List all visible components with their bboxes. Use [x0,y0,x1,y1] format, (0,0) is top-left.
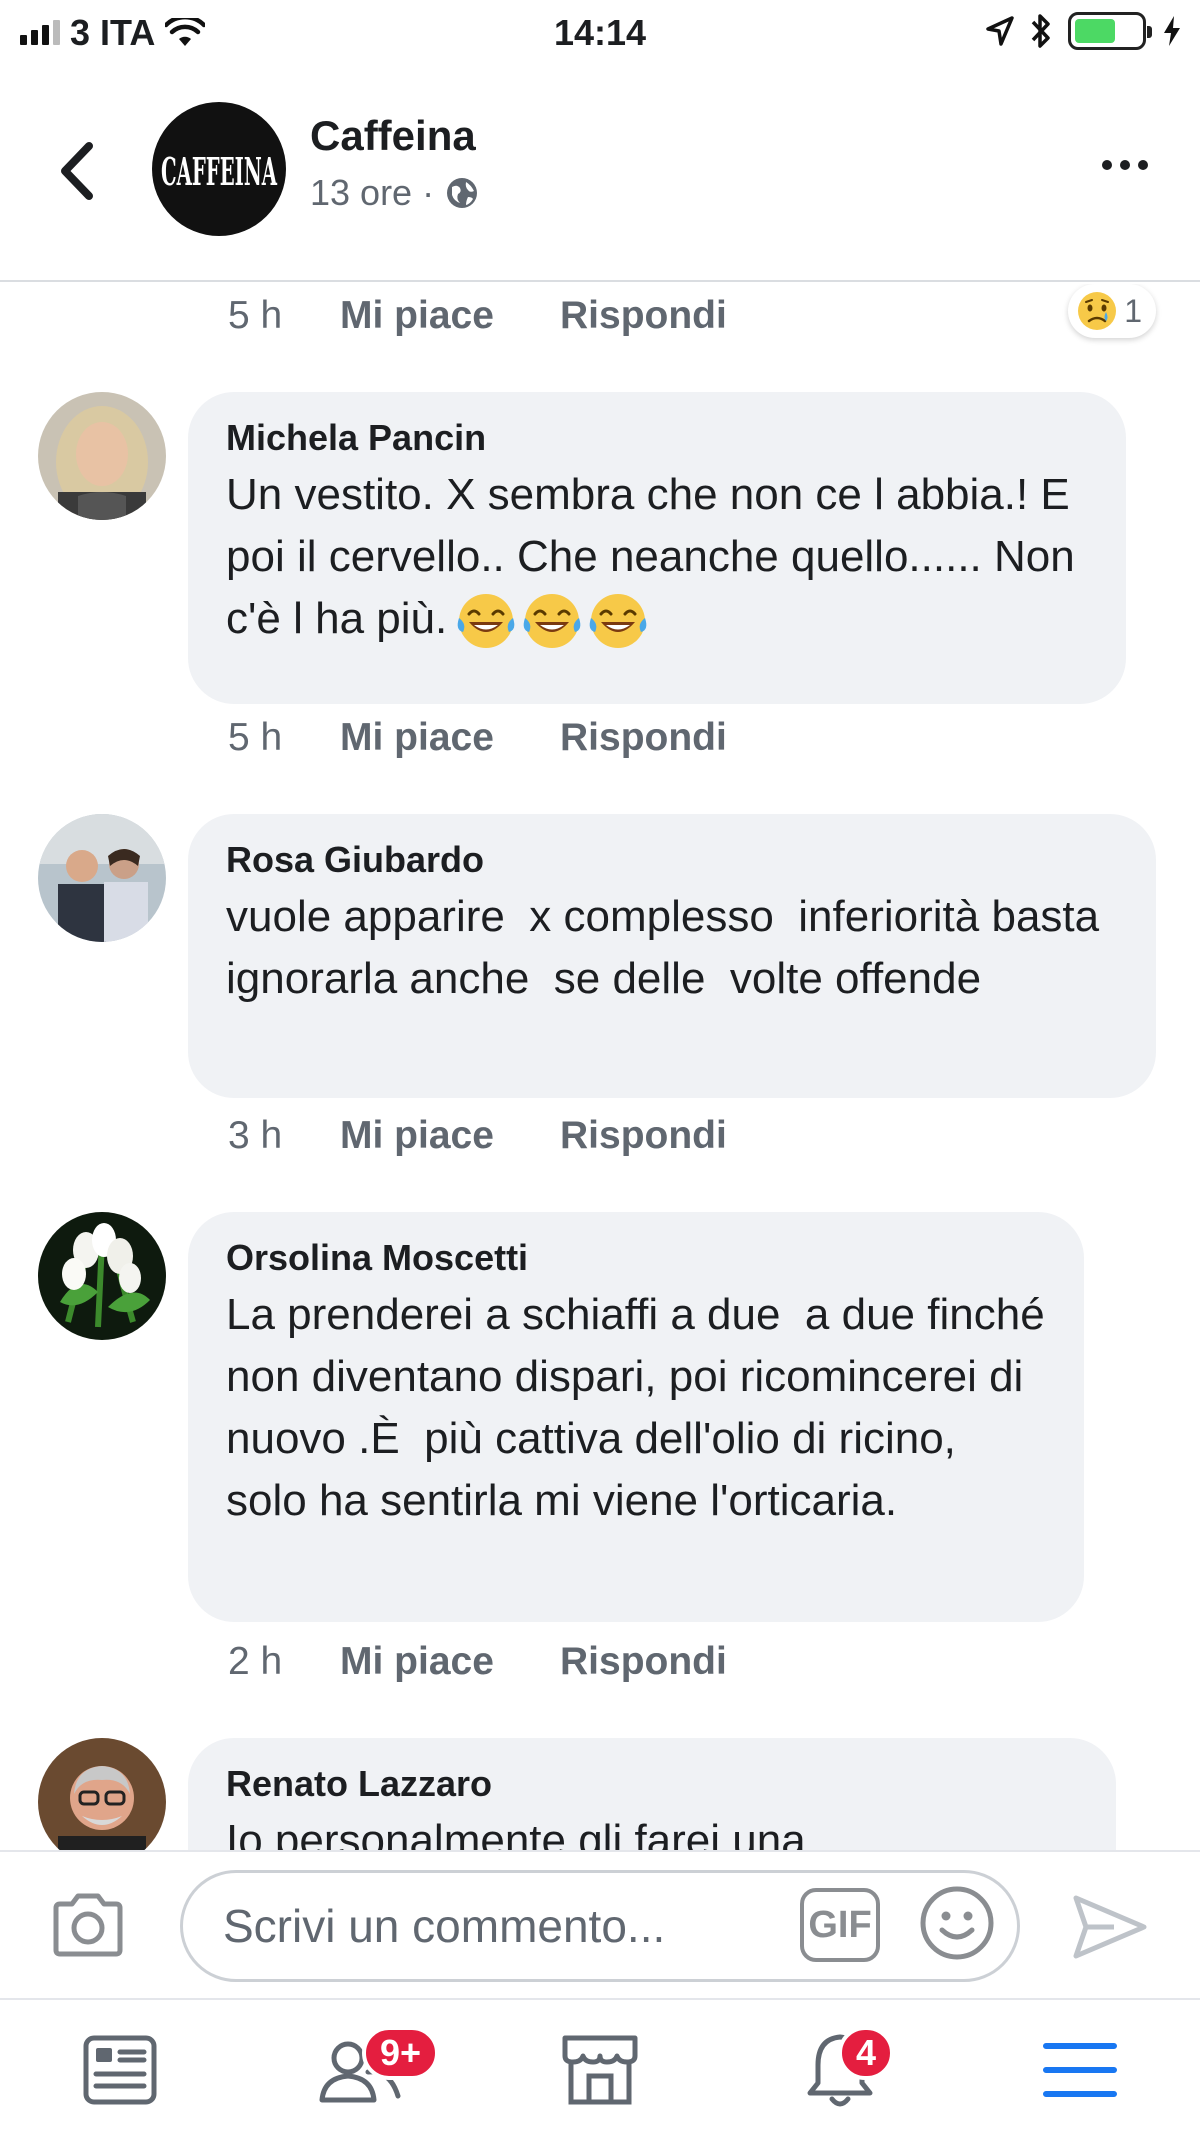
reaction-count: 1 [1124,292,1142,329]
charging-bolt-icon [1164,16,1180,46]
sad-face-icon [1078,292,1117,330]
comment-author[interactable]: Orsolina Moscetti [226,1236,1046,1280]
avatar[interactable] [38,1738,166,1850]
hamburger-menu-icon [1043,2043,1117,2097]
more-dot [1138,160,1148,170]
comment-time: 5 h [228,716,283,759]
avatar[interactable] [38,392,166,520]
gif-button[interactable]: GIF [800,1888,880,1962]
more-dot [1102,160,1112,170]
reply-button[interactable]: Rispondi [560,1114,727,1158]
notifications-badge: 4 [838,2026,895,2080]
comment-composer: Scrivi un commento... GIF [0,1850,1200,1998]
avatar-photo [38,1738,166,1850]
comment-text: Un vestito. X sembra che non ce l abbia.… [226,464,1088,652]
comment-body: Un vestito. X sembra che non ce l abbia.… [226,470,1075,643]
comments-list: 5 h Mi piace Rispondi 1 Michela Pancin U… [0,284,1200,1850]
post-age: 13 ore [310,172,413,213]
screen: 3 ITA 14:14 CAFFEINA Caffeina 13 ore · 5… [0,0,1200,2137]
more-options-button[interactable] [1102,160,1148,170]
avatar[interactable] [38,1212,166,1340]
globe-icon [447,178,478,208]
comment-bubble: Michela Pancin Un vestito. X sembra che … [188,392,1126,704]
page-name[interactable]: Caffeina [310,112,476,160]
comment-time: 5 h [228,294,283,337]
page-avatar[interactable]: CAFFEINA [152,102,286,236]
friends-badge: 9+ [362,2026,440,2080]
comment-actions: 3 h Mi piace Rispondi [228,1114,727,1158]
post-header: CAFFEINA Caffeina 13 ore · [0,66,1200,282]
reply-button[interactable]: Rispondi [560,1640,727,1684]
avatar[interactable] [38,814,166,942]
comment-author[interactable]: Renato Lazzaro [226,1762,1078,1806]
comment-bubble: Orsolina Moscetti La prenderei a schiaff… [188,1212,1084,1622]
reaction-summary[interactable]: 1 [1068,284,1156,338]
comment-time: 3 h [228,1114,283,1157]
comment-bubble: Renato Lazzaro Io personalmente gli fare… [188,1738,1116,1850]
comment-input[interactable]: Scrivi un commento... [180,1870,1020,1982]
avatar-photo [38,392,166,520]
laughing-tears-icon [523,594,581,649]
like-button[interactable]: Mi piace [340,1640,560,1684]
avatar-photo [38,814,166,942]
laughing-tears-icon [589,594,647,649]
nav-news-feed[interactable] [70,2020,170,2120]
location-arrow-icon [986,16,1014,46]
post-meta: 13 ore · [310,172,480,214]
laughing-tears-icon [457,594,515,649]
status-right [986,12,1182,50]
camera-icon[interactable] [50,1892,126,1958]
nav-notifications[interactable]: 4 [790,2020,895,2120]
emoji-picker-icon[interactable] [918,1884,996,1962]
comment-text: vuole apparire x complesso inferiorità b… [226,892,1124,1003]
nav-menu[interactable] [1030,2020,1130,2120]
reply-button[interactable]: Rispondi [560,294,727,338]
comment-text: La prenderei a schiaffi a due a due finc… [226,1290,1057,1525]
avatar-photo [38,1212,166,1340]
more-dot [1120,160,1130,170]
comment-text: Io personalmente gli farei una [226,1816,806,1850]
chevron-left-icon [61,142,93,200]
nav-marketplace[interactable] [550,2020,650,2120]
comment-time: 2 h [228,1640,283,1683]
like-button[interactable]: Mi piace [340,294,560,338]
comment-actions: 2 h Mi piace Rispondi [228,1640,727,1684]
svg-text:CAFFEINA: CAFFEINA [161,149,277,194]
status-bar: 3 ITA 14:14 [0,0,1200,66]
bottom-navigation: 9+ 4 [0,1998,1200,2137]
like-button[interactable]: Mi piace [340,716,560,760]
send-icon[interactable] [1070,1892,1150,1962]
meta-separator: · [422,172,435,213]
emoji-group [455,590,649,652]
comment-bubble: Rosa Giubardo vuole apparire x complesso… [188,814,1156,1098]
nav-friends[interactable]: 9+ [310,2020,440,2120]
like-button[interactable]: Mi piace [340,1114,560,1158]
comment-actions: 5 h Mi piace Rispondi [228,294,727,338]
news-feed-icon [83,2035,157,2105]
marketplace-icon [562,2035,638,2105]
comment-actions: 5 h Mi piace Rispondi [228,716,727,760]
reply-button[interactable]: Rispondi [560,716,727,760]
caffeina-logo: CAFFEINA [161,149,277,194]
comment-author[interactable]: Michela Pancin [226,416,1088,460]
back-button[interactable] [52,136,102,206]
comment-author[interactable]: Rosa Giubardo [226,838,1118,882]
bluetooth-icon [1031,14,1050,48]
battery-icon [1068,12,1152,50]
